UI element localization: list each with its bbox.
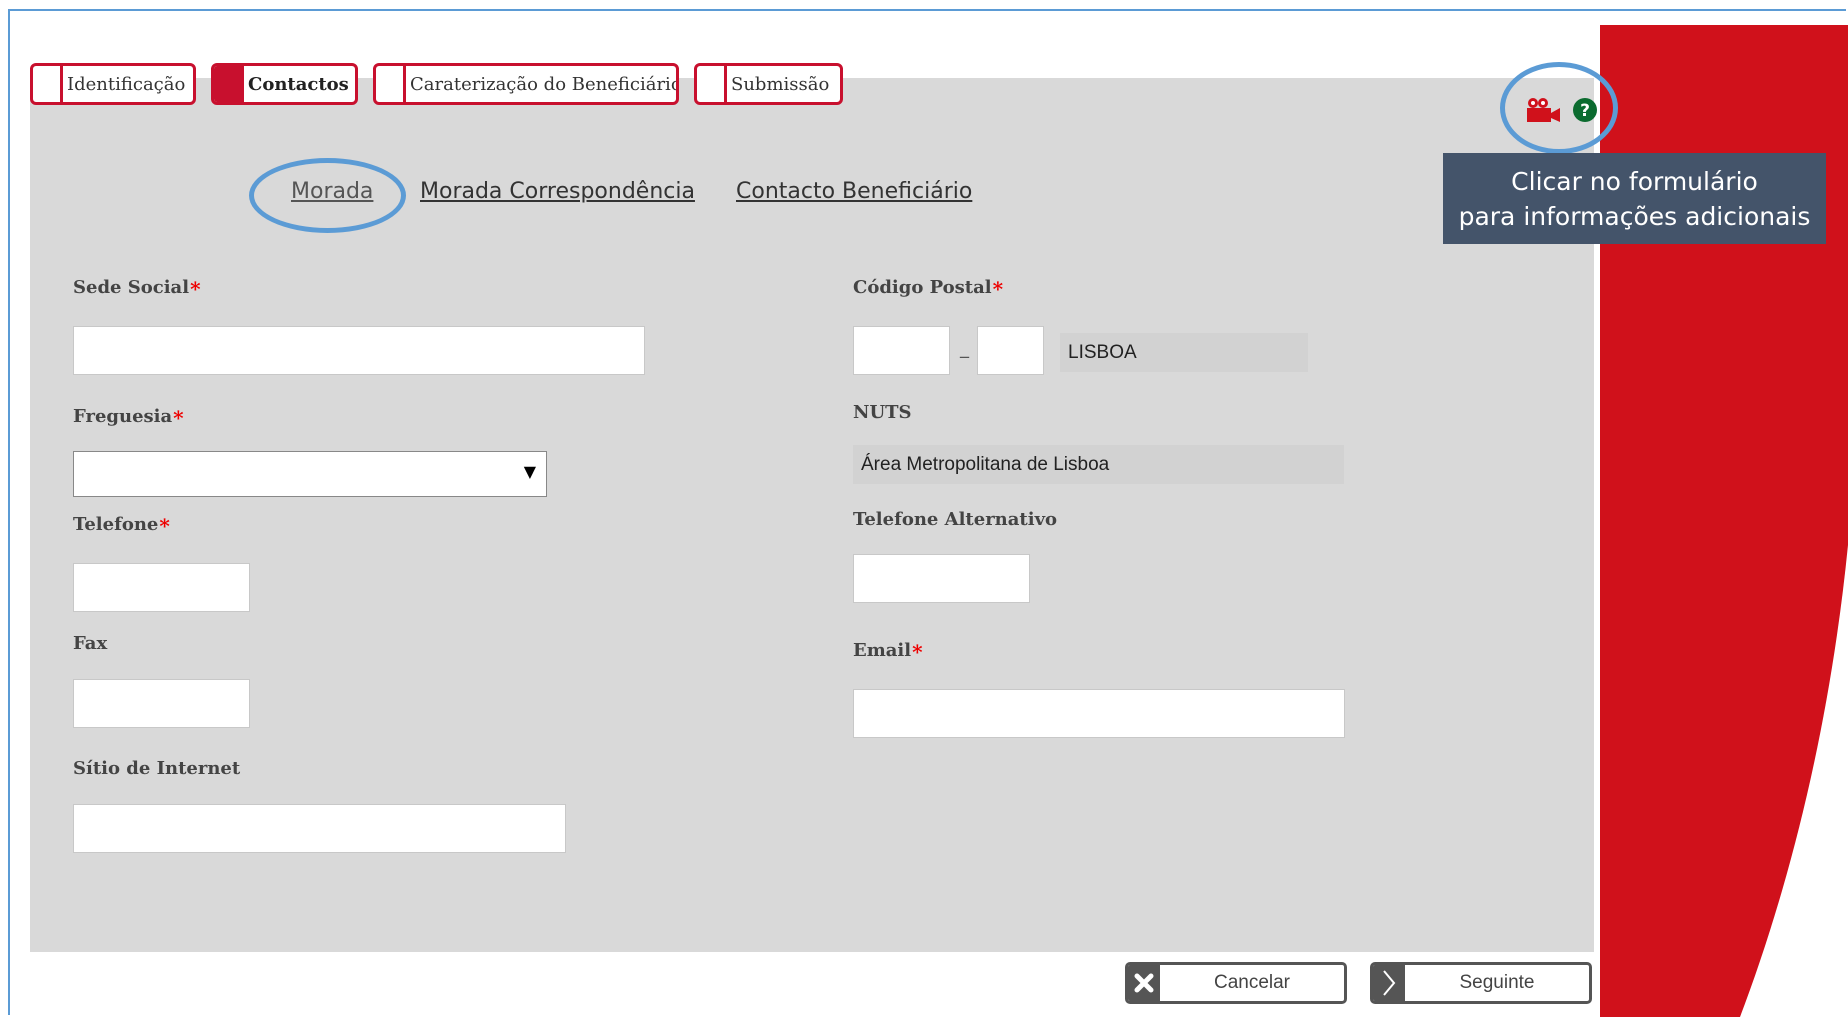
codigo-postal-label: Código Postal*	[853, 277, 1004, 301]
close-icon	[1128, 965, 1160, 1001]
fax-label: Fax	[73, 633, 108, 654]
info-tooltip: Clicar no formulário para informações ad…	[1443, 153, 1826, 244]
freguesia-select[interactable]: ▼	[73, 451, 547, 497]
telefone-alternativo-input[interactable]	[853, 554, 1030, 603]
tab-identificacao[interactable]: Identificação	[30, 63, 196, 105]
fax-input[interactable]	[73, 679, 250, 728]
subtab-contacto-beneficiario[interactable]: Contacto Beneficiário	[736, 179, 972, 204]
subtab-morada-correspondencia[interactable]: Morada Correspondência	[420, 179, 695, 204]
codigo-postal-separator: _	[960, 338, 969, 359]
nuts-field: Área Metropolitana de Lisboa	[853, 445, 1344, 484]
next-button[interactable]: Seguinte	[1370, 962, 1592, 1004]
codigo-postal-part1-input[interactable]	[853, 326, 950, 375]
freguesia-label: Freguesia*	[73, 406, 184, 430]
localidade-field: LISBOA	[1060, 333, 1308, 372]
telefone-input[interactable]	[73, 563, 250, 612]
tab-submissao[interactable]: Submissão	[694, 63, 843, 105]
sede-social-input[interactable]	[73, 326, 645, 375]
tab-contactos[interactable]: Contactos	[211, 63, 358, 105]
highlight-circle-morada	[249, 158, 406, 233]
telefone-alternativo-label: Telefone Alternativo	[853, 509, 1058, 530]
cancel-button[interactable]: Cancelar	[1125, 962, 1347, 1004]
sitio-internet-label: Sítio de Internet	[73, 758, 241, 779]
highlight-circle-icons	[1500, 62, 1618, 154]
telefone-label: Telefone*	[73, 514, 170, 538]
chevron-down-icon: ▼	[523, 462, 536, 481]
codigo-postal-part2-input[interactable]	[977, 326, 1044, 375]
email-input[interactable]	[853, 689, 1345, 738]
nuts-label: NUTS	[853, 402, 912, 423]
sitio-internet-input[interactable]	[73, 804, 566, 853]
chevron-right-icon	[1373, 965, 1405, 1001]
email-label: Email*	[853, 640, 923, 664]
sede-social-label: Sede Social*	[73, 277, 201, 301]
tab-caraterizacao[interactable]: Caraterização do Beneficiário	[373, 63, 679, 105]
